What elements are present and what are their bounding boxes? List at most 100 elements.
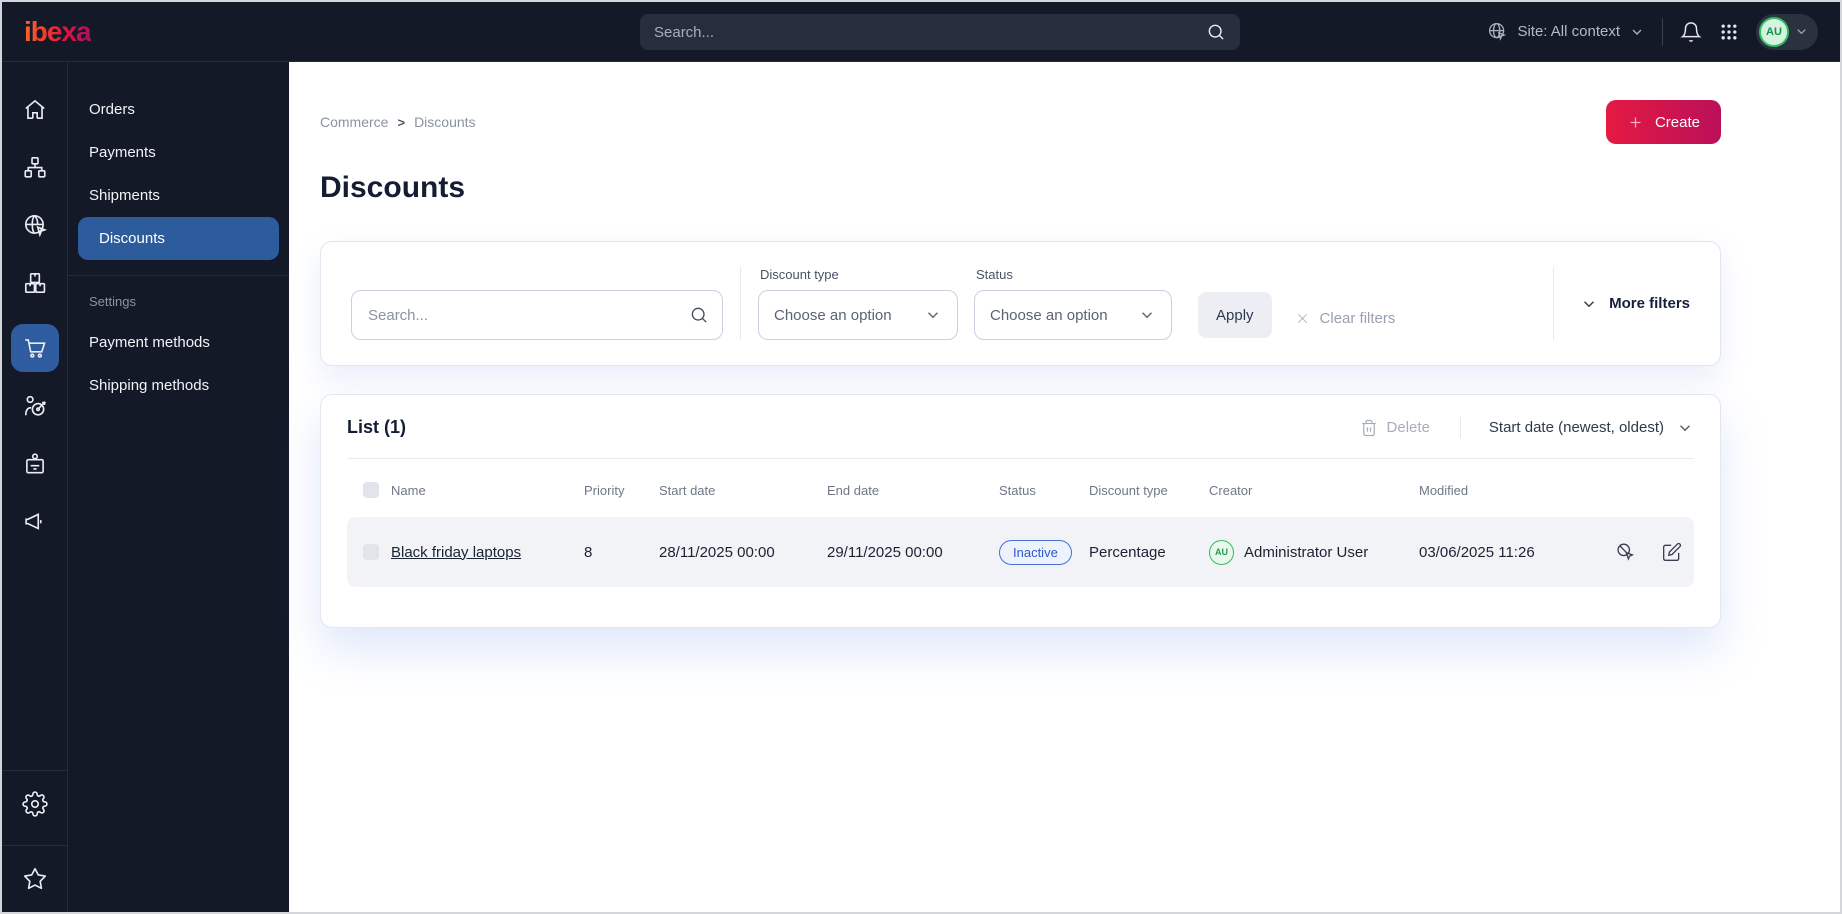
nav-bookmarks-button[interactable] <box>11 862 59 896</box>
priority-cell: 8 <box>584 543 593 561</box>
breadcrumb-separator: > <box>397 114 406 130</box>
breadcrumb-commerce[interactable]: Commerce <box>320 114 388 130</box>
commerce-menu: Orders Payments Shipments Discounts Sett… <box>68 62 289 912</box>
menu-item-payments[interactable]: Payments <box>68 131 289 174</box>
rail-divider <box>1 845 68 846</box>
nav-product-catalog-button[interactable] <box>11 266 59 300</box>
top-bar: ibexa Site: All context <box>2 2 1840 62</box>
rail-divider <box>1 770 68 771</box>
end-date-cell: 29/11/2025 00:00 <box>827 543 943 561</box>
ibexa-logo[interactable]: ibexa <box>24 16 92 48</box>
column-header-start-date: Start date <box>659 482 716 498</box>
clear-filters-button[interactable]: Clear filters <box>1294 310 1395 327</box>
topbar-divider <box>1662 17 1663 46</box>
list-title: List (1) <box>347 417 407 437</box>
chevron-down-icon <box>1138 306 1156 324</box>
breadcrumb-discounts[interactable]: Discounts <box>414 114 475 130</box>
chevron-down-icon <box>1580 295 1598 313</box>
menu-item-shipments[interactable]: Shipments <box>68 174 289 217</box>
list-divider <box>347 458 1694 459</box>
menu-section-settings: Settings <box>89 294 136 309</box>
column-header-discount-type: Discount type <box>1089 482 1168 498</box>
nav-content-tree-button[interactable] <box>11 150 59 184</box>
more-filters-button[interactable]: More filters <box>1580 295 1690 313</box>
filter-divider <box>740 267 741 340</box>
chevron-down-icon <box>924 306 942 324</box>
breadcrumb: Commerce > Discounts <box>320 114 476 130</box>
table-header-row: Name Priority Start date End date Status… <box>347 475 1694 505</box>
column-header-end-date: End date <box>827 482 880 498</box>
filter-divider <box>1553 267 1555 340</box>
search-icon[interactable] <box>689 305 709 325</box>
menu-item-orders[interactable]: Orders <box>68 88 289 131</box>
start-date-cell: 28/11/2025 00:00 <box>659 543 775 561</box>
creator-avatar: AU <box>1209 539 1234 565</box>
discount-type-cell: Percentage <box>1089 543 1166 561</box>
more-filters-wrap: More filters <box>1553 267 1690 340</box>
table-row: Black friday laptops 8 28/11/2025 00:00 … <box>347 517 1694 587</box>
grid-dots-icon <box>1719 22 1739 42</box>
id-badge-icon <box>22 451 48 477</box>
status-label: Status <box>976 267 1013 282</box>
notifications-button[interactable] <box>1680 21 1702 43</box>
column-header-modified: Modified <box>1419 482 1469 498</box>
sort-dropdown-label: Start date (newest, oldest) <box>1488 419 1664 436</box>
edit-button[interactable] <box>1662 542 1682 562</box>
globe-cursor-icon <box>22 212 48 238</box>
row-actions <box>1589 542 1694 563</box>
filter-search <box>351 290 723 340</box>
more-filters-label: More filters <box>1609 295 1690 312</box>
discount-type-label: Discount type <box>760 267 839 282</box>
chevron-down-icon <box>1794 24 1809 39</box>
deactivate-button[interactable] <box>1615 542 1636 563</box>
row-checkbox[interactable] <box>363 544 379 560</box>
sitemap-icon <box>22 154 48 180</box>
shopping-cart-icon <box>22 335 48 361</box>
home-icon <box>22 96 48 122</box>
sort-dropdown[interactable]: Start date (newest, oldest) <box>1461 419 1694 437</box>
nav-admin-settings-button[interactable] <box>11 787 59 821</box>
person-target-icon <box>22 393 48 419</box>
nav-site-button[interactable] <box>11 208 59 242</box>
menu-item-discounts[interactable]: Discounts <box>78 217 279 260</box>
topbar-right-cluster: Site: All context AU <box>1487 13 1818 50</box>
menu-item-payment-methods[interactable]: Payment methods <box>68 321 289 364</box>
star-icon <box>22 866 48 892</box>
globe-icon <box>1487 21 1508 42</box>
create-button-label: Create <box>1654 113 1700 131</box>
status-badge: Inactive <box>999 539 1072 565</box>
gear-icon <box>21 791 48 817</box>
search-icon[interactable] <box>1206 22 1226 42</box>
user-menu[interactable]: AU <box>1756 13 1818 50</box>
menu-item-shipping-methods[interactable]: Shipping methods <box>68 364 289 407</box>
filter-search-input[interactable] <box>351 290 723 340</box>
apply-button[interactable]: Apply <box>1198 292 1272 338</box>
discount-type-select[interactable]: Choose an option <box>758 290 958 340</box>
delete-button[interactable]: Delete <box>1360 419 1430 437</box>
chevron-down-icon <box>1676 419 1694 437</box>
app-switcher-button[interactable] <box>1719 22 1739 42</box>
nav-home-button[interactable] <box>11 92 59 126</box>
column-header-priority: Priority <box>584 482 625 498</box>
nav-commerce-button[interactable] <box>10 324 59 372</box>
global-search-input[interactable] <box>654 23 1206 41</box>
boxes-icon <box>22 270 48 296</box>
creator-cell: AU Administrator User <box>1209 539 1419 565</box>
discount-type-value: Choose an option <box>774 306 892 324</box>
discount-name-link[interactable]: Black friday laptops <box>391 544 521 561</box>
create-button[interactable]: Create <box>1605 100 1721 144</box>
edit-icon <box>1662 542 1682 562</box>
modified-cell: 03/06/2025 11:26 <box>1419 543 1535 561</box>
nav-personalization-button[interactable] <box>11 389 59 423</box>
status-filter: Status Choose an option <box>974 267 1172 340</box>
chevron-down-icon <box>1629 24 1645 40</box>
main-nav-rail <box>1 62 68 912</box>
site-context-selector[interactable]: Site: All context <box>1487 21 1645 42</box>
creator-name: Administrator User <box>1244 543 1369 561</box>
nav-marketing-button[interactable] <box>11 505 59 539</box>
select-all-checkbox[interactable] <box>363 482 379 498</box>
status-select[interactable]: Choose an option <box>974 290 1172 340</box>
nav-customer-portal-button[interactable] <box>11 447 59 481</box>
trash-icon <box>1360 419 1378 437</box>
site-context-label: Site: All context <box>1517 23 1620 40</box>
